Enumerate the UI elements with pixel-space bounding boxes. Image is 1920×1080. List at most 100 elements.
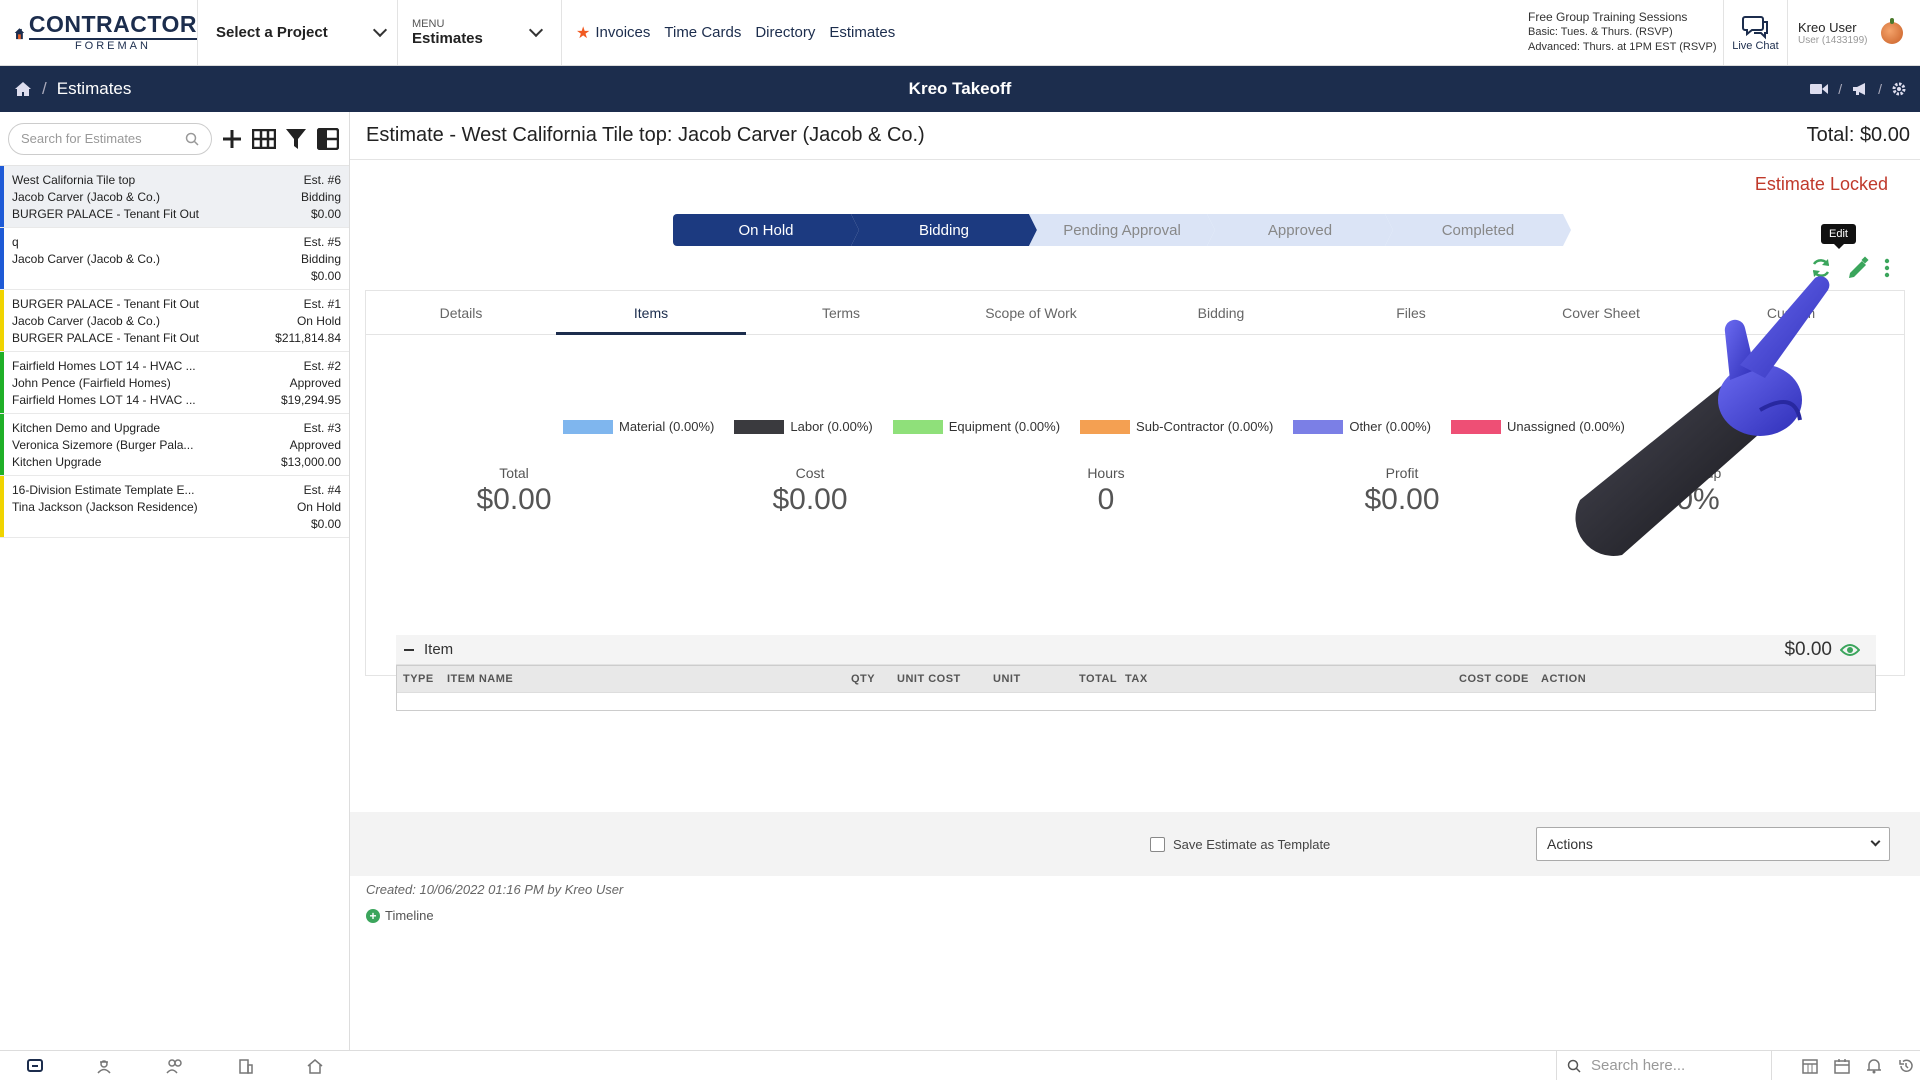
- estimate-project: Kitchen Upgrade: [12, 455, 102, 469]
- calendar-icon[interactable]: [1834, 1058, 1850, 1074]
- estimate-list-item[interactable]: West California Tile top Est. #6 Jacob Car…: [0, 166, 349, 228]
- column-header[interactable]: TYPE: [403, 673, 434, 685]
- layout-toggle-button[interactable]: [316, 127, 340, 151]
- worker-icon[interactable]: [96, 1058, 112, 1074]
- menu-select[interactable]: MENU Estimates: [398, 0, 562, 65]
- sidebar-toolbar: Search for Estimates: [0, 112, 349, 166]
- estimate-list-item[interactable]: q Est. #5 Jacob Carver (Jacob & Co.) Biddin…: [0, 228, 349, 290]
- gear-icon[interactable]: [1892, 82, 1906, 96]
- tab-cover-sheet[interactable]: Cover Sheet: [1506, 291, 1696, 334]
- estimate-list-item[interactable]: 16-Division Estimate Template E... Est. #…: [0, 476, 349, 538]
- logo[interactable]: CONTRACTOR FOREMAN: [0, 0, 198, 65]
- calendar-grid-icon[interactable]: [1802, 1058, 1818, 1074]
- tab-bidding[interactable]: Bidding: [1126, 291, 1316, 334]
- estimate-number: Est. #4: [303, 483, 341, 497]
- quicklink-directory[interactable]: Directory: [755, 24, 815, 41]
- training-basic: Basic: Tues. & Thurs. (RSVP): [1528, 26, 1673, 38]
- history-icon[interactable]: [1898, 1058, 1914, 1074]
- people-icon[interactable]: [166, 1058, 184, 1074]
- legend-label: Labor (0.00%): [790, 419, 873, 434]
- checkbox[interactable]: [1150, 836, 1165, 852]
- items-section-total: $0.00: [1784, 638, 1832, 660]
- column-header[interactable]: ACTION: [1541, 673, 1586, 685]
- edit-pencil-icon[interactable]: [1846, 256, 1870, 280]
- star-icon: ★: [576, 24, 591, 42]
- column-header[interactable]: ITEM NAME: [447, 673, 513, 685]
- add-estimate-button[interactable]: [220, 127, 244, 151]
- user-name: Kreo User: [1798, 19, 1857, 35]
- status-color-bar: [0, 166, 4, 227]
- breadcrumb-estimates[interactable]: Estimates: [57, 79, 132, 99]
- project-select[interactable]: Select a Project: [198, 0, 398, 65]
- estimate-list-item[interactable]: Kitchen Demo and Upgrade Est. #3 Veronica …: [0, 414, 349, 476]
- building-icon[interactable]: [238, 1058, 254, 1074]
- status-step[interactable]: Completed: [1385, 214, 1571, 246]
- estimate-amount: $211,814.84: [275, 331, 341, 345]
- filter-button[interactable]: [284, 127, 308, 151]
- estimate-name: q: [12, 235, 19, 249]
- estimate-locked-label: Estimate Locked: [1754, 174, 1888, 194]
- refresh-icon[interactable]: [1810, 257, 1832, 279]
- tab-files[interactable]: Files: [1316, 291, 1506, 334]
- status-step[interactable]: Bidding: [851, 214, 1037, 246]
- estimate-amount: $0.00: [310, 207, 341, 221]
- items-table-empty-row: [397, 692, 1875, 710]
- training-info[interactable]: Free Group Training Sessions Basic: Tues…: [1520, 0, 1724, 65]
- global-search-input[interactable]: Search here...: [1556, 1050, 1772, 1080]
- timeline-toggle[interactable]: + Timeline: [366, 908, 434, 923]
- column-header[interactable]: TOTAL: [1079, 673, 1117, 685]
- bell-icon[interactable]: [1866, 1058, 1882, 1074]
- tab-items[interactable]: Items: [556, 291, 746, 335]
- save-template-checkbox[interactable]: Save Estimate as Template: [1150, 836, 1330, 852]
- estimate-status: Approved: [289, 438, 341, 452]
- home-icon[interactable]: [14, 81, 32, 97]
- eye-icon[interactable]: [1840, 643, 1860, 657]
- status-step[interactable]: Pending Approval: [1029, 214, 1215, 246]
- menu-label: MENU: [412, 18, 445, 30]
- chevron-down-icon: [1870, 836, 1881, 847]
- tab-details[interactable]: Details: [366, 291, 556, 334]
- cost-legend: Material (0.00%) Labor (0.00%) Equipment (…: [563, 419, 1625, 434]
- logo-house-icon: [14, 27, 25, 39]
- estimate-amount: $19,294.95: [280, 393, 341, 407]
- home-outline-icon[interactable]: [307, 1058, 323, 1074]
- bottom-bar: Search here...: [0, 1050, 1920, 1080]
- status-color-bar: [0, 290, 4, 351]
- estimate-customer: John Pence (Fairfield Homes): [12, 376, 171, 390]
- estimate-list-item[interactable]: BURGER PALACE - Tenant Fit Out Est. #1 Jac…: [0, 290, 349, 352]
- stat-label: Total: [499, 465, 529, 481]
- avatar: [1881, 17, 1904, 44]
- column-header[interactable]: COST CODE: [1459, 673, 1529, 685]
- live-chat-button[interactable]: Live Chat: [1724, 0, 1788, 65]
- legend-label: Equipment (0.00%): [948, 419, 1061, 434]
- legend-item: Sub-Contractor (0.00%): [1080, 419, 1273, 434]
- dashboard-icon[interactable]: [26, 1058, 43, 1074]
- created-info: Created: 10/06/2022 01:16 PM by Kreo Use…: [366, 882, 624, 897]
- column-header[interactable]: UNIT COST: [897, 673, 961, 685]
- quicklink-time-cards[interactable]: Time Cards: [664, 24, 741, 41]
- quicklink-estimates[interactable]: Estimates: [829, 24, 895, 41]
- column-header[interactable]: UNIT: [993, 673, 1021, 685]
- stat-value: $0.00: [772, 483, 848, 516]
- video-icon[interactable]: [1810, 83, 1829, 95]
- legend-swatch: [563, 419, 613, 434]
- column-header[interactable]: QTY: [851, 673, 875, 685]
- grid-view-button[interactable]: [252, 127, 276, 151]
- search-input[interactable]: Search for Estimates: [8, 122, 212, 155]
- tab-custom[interactable]: Custom: [1696, 291, 1886, 334]
- estimate-list-item[interactable]: Fairfield Homes LOT 14 - HVAC ... Est. #2…: [0, 352, 349, 414]
- actions-select[interactable]: Actions: [1536, 827, 1890, 861]
- estimate-title: Estimate - West California Tile top: Jac…: [366, 124, 925, 146]
- user-menu[interactable]: Kreo User User (1433199): [1788, 0, 1920, 65]
- status-step[interactable]: On Hold: [673, 214, 859, 246]
- stat-label: Markup: [1674, 465, 1722, 481]
- column-header[interactable]: TAX: [1125, 673, 1148, 685]
- more-vertical-icon[interactable]: [1884, 258, 1890, 278]
- collapse-icon[interactable]: [404, 648, 414, 651]
- megaphone-icon[interactable]: [1852, 82, 1868, 96]
- items-section-title: Item: [424, 641, 454, 658]
- tab-terms[interactable]: Terms: [746, 291, 936, 334]
- tab-scope-of-work[interactable]: Scope of Work: [936, 291, 1126, 334]
- quicklink-invoices[interactable]: Invoices: [595, 24, 650, 41]
- status-step[interactable]: Approved: [1207, 214, 1393, 246]
